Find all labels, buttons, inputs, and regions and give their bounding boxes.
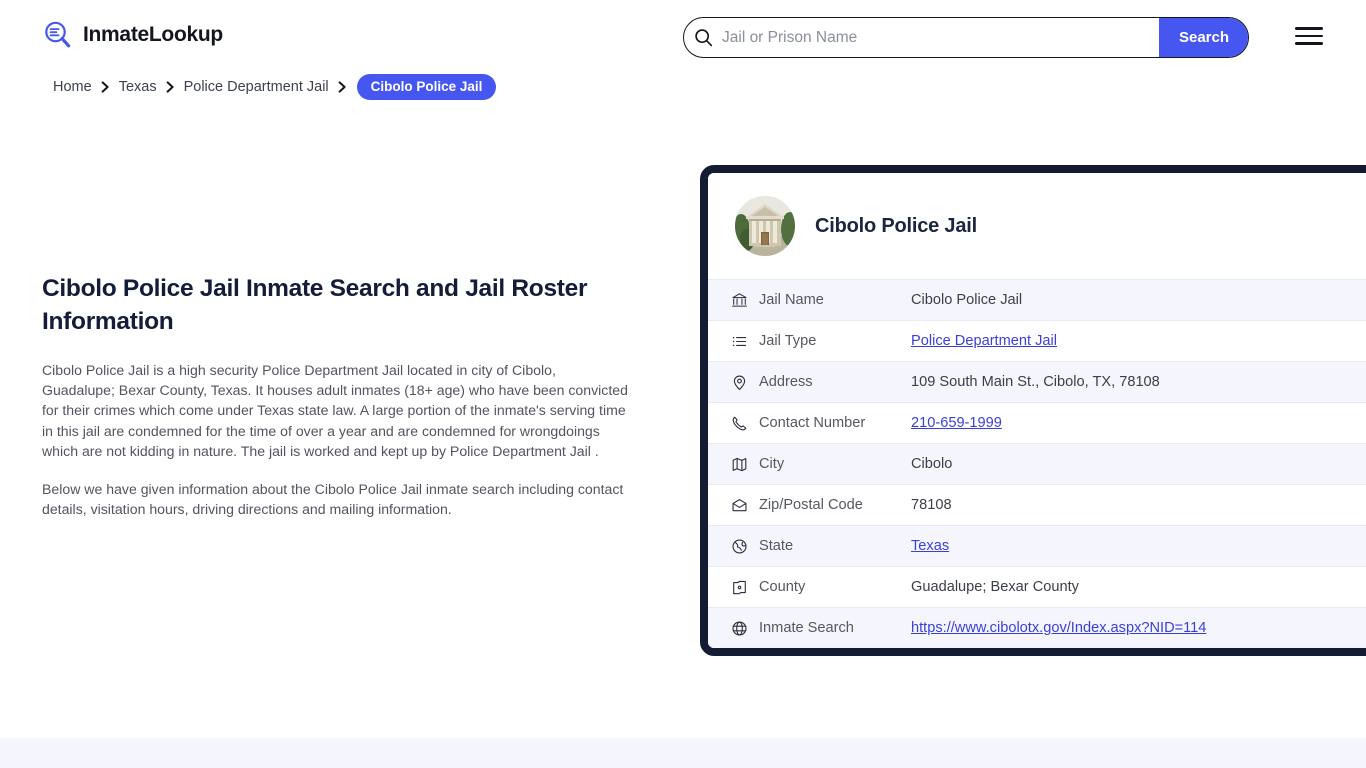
breadcrumb-current-badge: Cibolo Police Jail [356,74,497,100]
row-label: County [759,579,806,595]
table-row: City Cibolo [708,443,1366,484]
breadcrumb-item-home[interactable]: Home [53,79,92,95]
chevron-right-icon [101,81,110,93]
phone-icon [731,415,759,432]
site-header: InmateLookup Search [0,0,1366,72]
map-pin-icon [731,374,759,391]
search-list-logo-icon [42,19,74,51]
jail-info-card: Cibolo Police Jail Jail Name Cibolo Poli… [700,165,1366,656]
row-value: Guadalupe; Bexar County [911,579,1079,595]
jail-info-table: Jail Name Cibolo Police Jail Jail Type P… [708,279,1366,648]
brand-logo[interactable]: InmateLookup [42,19,223,51]
list-icon [731,333,759,350]
row-value: Cibolo [911,456,953,472]
row-value: Police Department Jail [911,333,1057,349]
bank-building-icon [731,292,759,309]
internet-globe-icon [731,620,759,637]
search-button[interactable]: Search [1159,18,1248,57]
globe-icon [731,538,759,555]
inmate-search-link[interactable]: https://www.cibolotx.gov/Index.aspx?NID=… [911,620,1206,636]
chevron-right-icon [166,81,175,93]
map-icon [731,456,759,473]
table-row: State Texas [708,525,1366,566]
row-value: 78108 [911,497,952,513]
search-icon [684,18,722,57]
table-row: Jail Name Cibolo Police Jail [708,279,1366,320]
hamburger-bar [1295,42,1323,45]
row-value: 210-659-1999 [911,415,1002,431]
county-outline-icon [731,579,759,596]
table-row: Zip/Postal Code 78108 [708,484,1366,525]
row-value: Texas [911,538,949,554]
table-row: Contact Number 210-659-1999 [708,402,1366,443]
page-title: Cibolo Police Jail Inmate Search and Jai… [42,275,588,335]
row-label: Inmate Search [759,620,854,636]
jail-info-card-header: Cibolo Police Jail [708,173,1366,279]
table-row: Jail Type Police Department Jail [708,320,1366,361]
article-paragraph-1: Cibolo Police Jail is a high security Po… [42,362,628,459]
footer-band [0,738,1366,768]
brand-name: InmateLookup [83,23,223,46]
row-label: City [759,456,785,472]
state-link[interactable]: Texas [911,538,949,554]
jail-info-card-title: Cibolo Police Jail [815,214,977,237]
table-row: Inmate Search https://www.cibolotx.gov/I… [708,607,1366,648]
row-label: Jail Name [759,292,824,308]
row-value: 109 South Main St., Cibolo, TX, 78108 [911,374,1160,390]
row-label: Contact Number [759,415,866,431]
row-label: Zip/Postal Code [759,497,863,513]
hamburger-bar [1295,34,1323,38]
row-value: https://www.cibolotx.gov/Index.aspx?NID=… [911,620,1206,636]
table-row: Address 109 South Main St., Cibolo, TX, … [708,361,1366,402]
breadcrumb-item-texas[interactable]: Texas [119,79,157,95]
row-value: Cibolo Police Jail [911,292,1023,308]
hamburger-menu-icon[interactable] [1295,25,1323,47]
table-row: County Guadalupe; Bexar County [708,566,1366,607]
row-label: Jail Type [759,333,817,349]
search-input[interactable] [722,18,1159,57]
contact-number-link[interactable]: 210-659-1999 [911,415,1002,431]
chevron-right-icon [338,81,347,93]
breadcrumb: Home Texas Police Department Jail Cibolo… [53,74,497,100]
courthouse-building-photo [735,196,795,256]
jail-type-link[interactable]: Police Department Jail [911,333,1057,349]
article-paragraph-2: Below we have given information about th… [42,481,624,518]
row-label: State [759,538,794,554]
breadcrumb-item-police-department-jail[interactable]: Police Department Jail [184,79,329,95]
envelope-open-icon [731,497,759,514]
search-bar: Search [683,17,1249,58]
article-column: Cibolo Police Jail Inmate Search and Jai… [42,272,632,519]
page-root: InmateLookup Search Home Texas [0,0,1366,768]
hamburger-bar [1295,27,1323,30]
row-label: Address [759,374,813,390]
